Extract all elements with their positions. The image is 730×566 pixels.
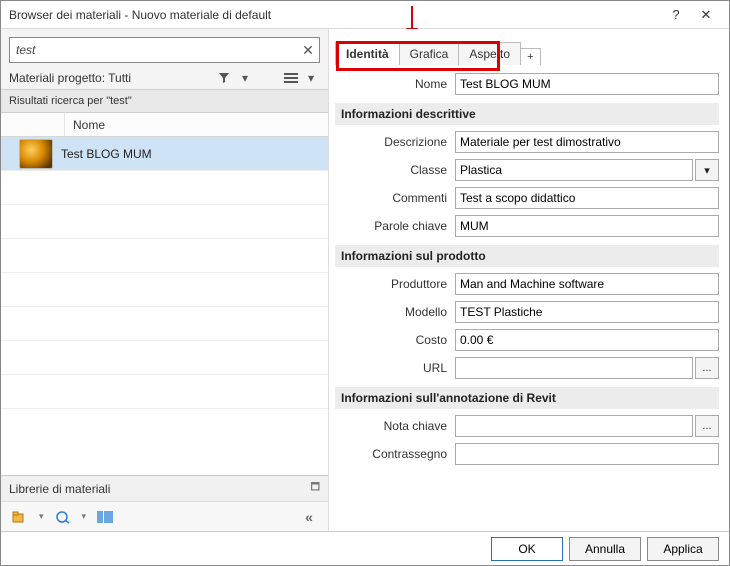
collapse-panel-button[interactable]: « xyxy=(296,506,322,528)
filter-dropdown-icon[interactable]: ▾ xyxy=(236,71,254,85)
close-button[interactable]: ✕ xyxy=(691,4,721,26)
new-material-button[interactable] xyxy=(7,506,33,528)
description-label: Descrizione xyxy=(335,135,455,149)
list-item[interactable] xyxy=(1,341,328,375)
cancel-button[interactable]: Annulla xyxy=(569,537,641,561)
apply-button[interactable]: Applica xyxy=(647,537,719,561)
tab-identity[interactable]: Identità xyxy=(335,42,400,65)
list-item[interactable] xyxy=(1,205,328,239)
class-input[interactable] xyxy=(455,159,693,181)
url-label: URL xyxy=(335,361,455,375)
identity-form: Nome Informazioni descrittive Descrizion… xyxy=(329,65,729,531)
column-header: Nome xyxy=(1,113,328,137)
name-input[interactable] xyxy=(455,73,719,95)
view-options-icon[interactable] xyxy=(284,72,302,84)
open-library-button[interactable] xyxy=(50,506,76,528)
results-header: Risultati ricerca per "test" xyxy=(1,89,328,113)
keywords-input[interactable] xyxy=(455,215,719,237)
search-box[interactable]: ✕ xyxy=(9,37,320,63)
list-item[interactable] xyxy=(1,239,328,273)
section-descriptive: Informazioni descrittive xyxy=(335,103,719,125)
right-panel: Identità Grafica Aspetto + Nome Informaz… xyxy=(329,29,729,531)
material-name: Test BLOG MUM xyxy=(61,147,328,161)
bottom-toolstrip: ▾ ▾ « xyxy=(1,501,328,531)
tab-appearance[interactable]: Aspetto xyxy=(458,42,521,65)
list-item[interactable] xyxy=(1,307,328,341)
filter-icon[interactable] xyxy=(218,72,236,84)
help-button[interactable]: ? xyxy=(661,4,691,26)
keywords-label: Parole chiave xyxy=(335,219,455,233)
dialog-button-bar: OK Annulla Applica xyxy=(1,531,729,565)
comments-label: Commenti xyxy=(335,191,455,205)
material-thumbnail xyxy=(19,139,53,169)
keynote-browse-button[interactable]: ... xyxy=(695,415,719,437)
mark-label: Contrassegno xyxy=(335,447,455,461)
search-input[interactable] xyxy=(10,43,297,57)
class-label: Classe xyxy=(335,163,455,177)
toolstrip-dropdown-1[interactable]: ▾ xyxy=(39,511,44,522)
tab-row: Identità Grafica Aspetto + xyxy=(335,37,729,65)
project-filter-bar[interactable]: Materiali progetto: Tutti ▾ ▾ xyxy=(1,67,328,89)
url-input[interactable] xyxy=(455,357,693,379)
url-browse-button[interactable]: ... xyxy=(695,357,719,379)
libraries-header[interactable]: Librerie di materiali 🗖 xyxy=(1,475,328,501)
keynote-label: Nota chiave xyxy=(335,419,455,433)
expand-libraries-icon[interactable]: 🗖 xyxy=(311,480,321,497)
manufacturer-label: Produttore xyxy=(335,277,455,291)
titlebar: Browser dei materiali - Nuovo materiale … xyxy=(1,1,729,29)
project-filter-label: Materiali progetto: Tutti xyxy=(9,71,218,85)
name-label: Nome xyxy=(335,77,455,91)
clear-search-icon[interactable]: ✕ xyxy=(297,42,319,59)
list-item[interactable]: Test BLOG MUM xyxy=(1,137,328,171)
manufacturer-input[interactable] xyxy=(455,273,719,295)
tab-graphics[interactable]: Grafica xyxy=(399,42,460,65)
window-title: Browser dei materiali - Nuovo materiale … xyxy=(9,8,661,22)
comments-input[interactable] xyxy=(455,187,719,209)
column-name[interactable]: Nome xyxy=(65,118,328,132)
list-item[interactable] xyxy=(1,171,328,205)
class-dropdown-button[interactable]: ▾ xyxy=(695,159,719,181)
view-dropdown-icon[interactable]: ▾ xyxy=(302,71,320,85)
layout-button[interactable] xyxy=(92,506,118,528)
tab-add[interactable]: + xyxy=(520,48,540,65)
results-list[interactable]: Test BLOG MUM xyxy=(1,137,328,475)
toolstrip-dropdown-2[interactable]: ▾ xyxy=(82,511,87,522)
model-input[interactable] xyxy=(455,301,719,323)
cost-label: Costo xyxy=(335,333,455,347)
section-revit: Informazioni sull'annotazione di Revit xyxy=(335,387,719,409)
cost-input[interactable] xyxy=(455,329,719,351)
list-item[interactable] xyxy=(1,273,328,307)
libraries-label: Librerie di materiali xyxy=(9,482,311,496)
section-product: Informazioni sul prodotto xyxy=(335,245,719,267)
list-item[interactable] xyxy=(1,375,328,409)
mark-input[interactable] xyxy=(455,443,719,465)
model-label: Modello xyxy=(335,305,455,319)
ok-button[interactable]: OK xyxy=(491,537,563,561)
description-input[interactable] xyxy=(455,131,719,153)
left-panel: ✕ Materiali progetto: Tutti ▾ ▾ Risultat… xyxy=(1,29,329,531)
keynote-input[interactable] xyxy=(455,415,693,437)
